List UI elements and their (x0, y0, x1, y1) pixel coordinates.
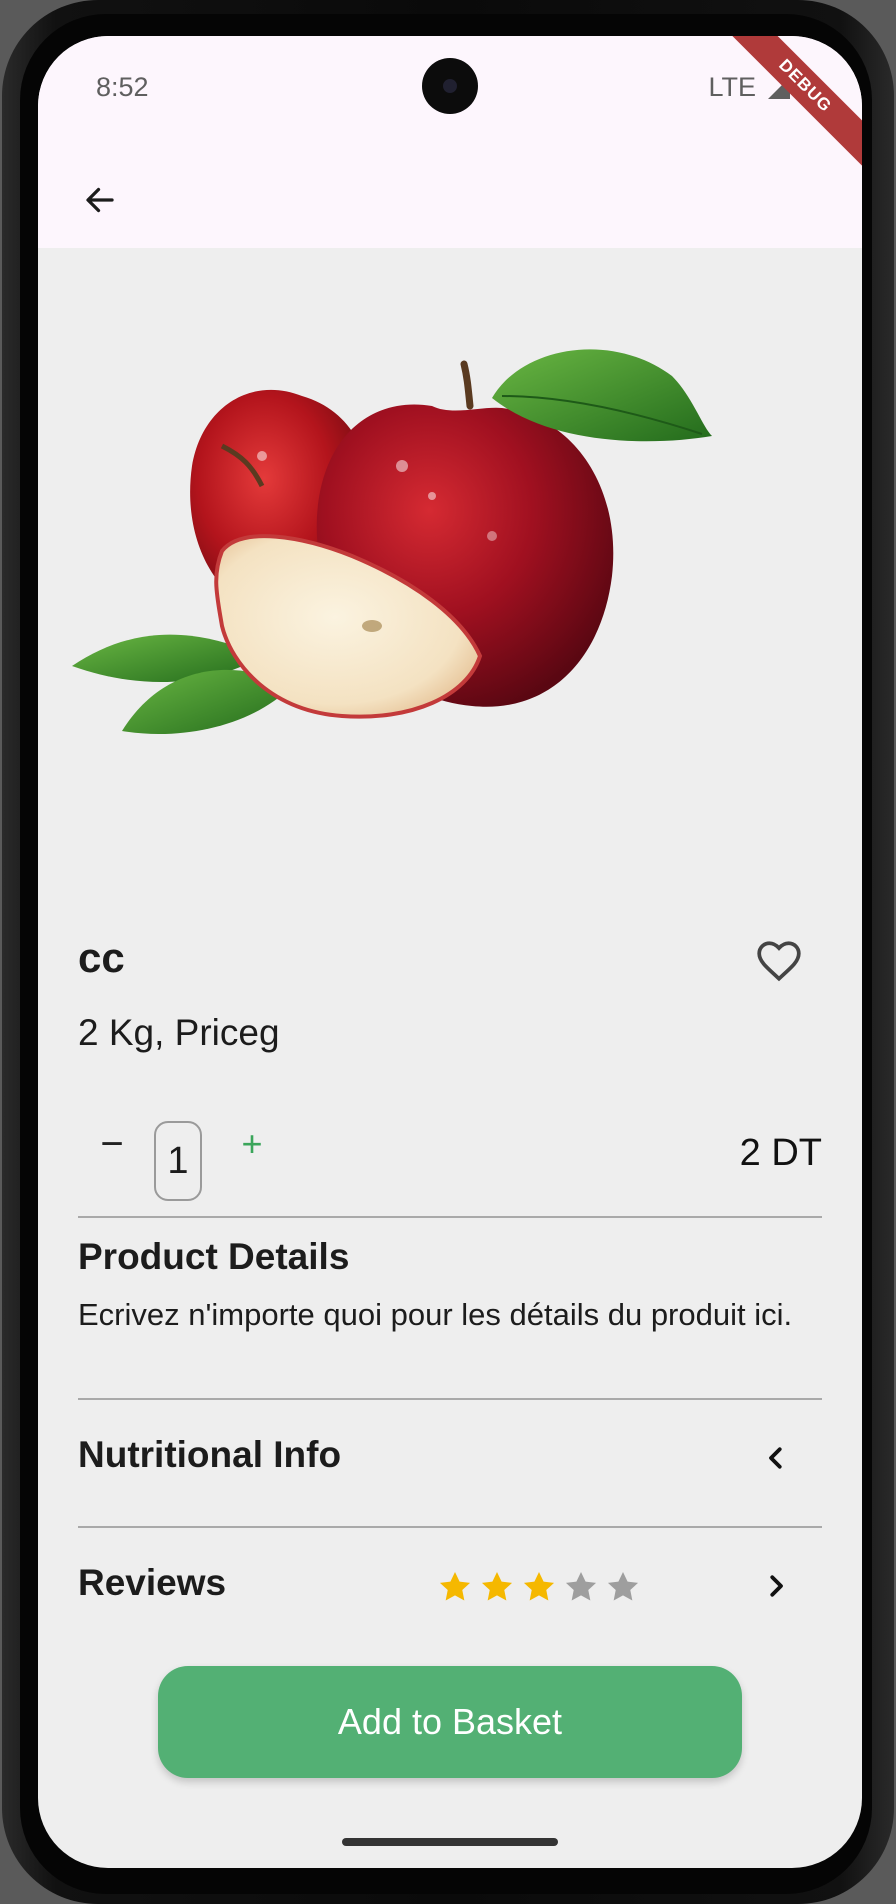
status-time: 8:52 (96, 72, 149, 102)
star-empty-icon (565, 1571, 597, 1601)
star-filled-icon (481, 1571, 513, 1601)
home-indicator[interactable] (342, 1838, 558, 1846)
chevron-left-icon (769, 1447, 782, 1469)
star-filled-icon (523, 1571, 555, 1601)
app-screen: 8:52 LTE DEBUG cc 2 Kg, Priceg − 1 + 2 D… (38, 36, 862, 1868)
front-camera (422, 58, 478, 114)
chevron-right-icon (770, 1575, 783, 1597)
heart-outline-icon (757, 941, 801, 982)
app-bar: 8:52 LTE DEBUG (38, 36, 862, 248)
nutritional-info-toggle[interactable] (756, 1438, 796, 1478)
decrease-quantity-button[interactable]: − (88, 1120, 136, 1168)
arrow-back-icon (86, 187, 114, 213)
debug-banner: DEBUG (712, 36, 862, 179)
nutritional-info-title[interactable]: Nutritional Info (78, 1434, 341, 1476)
favorite-button[interactable] (754, 936, 804, 986)
product-unit-label: 2 Kg, Priceg (78, 1012, 280, 1053)
product-image (72, 349, 712, 734)
reviews-title[interactable]: Reviews (78, 1562, 226, 1604)
divider (78, 1398, 822, 1400)
increase-quantity-button[interactable]: + (228, 1120, 276, 1168)
star-filled-icon (439, 1571, 471, 1601)
add-to-basket-button[interactable]: Add to Basket (158, 1666, 742, 1778)
product-name: cc (78, 934, 125, 981)
divider (78, 1216, 822, 1218)
quantity-value: 1 (154, 1121, 202, 1201)
reviews-open-button[interactable] (756, 1566, 796, 1606)
product-price: 2 DT (739, 1132, 822, 1174)
product-details-text: Ecrivez n'importe quoi pour les détails … (78, 1297, 793, 1332)
product-details-title: Product Details (78, 1236, 350, 1277)
network-label: LTE (708, 72, 756, 102)
back-button[interactable] (72, 172, 128, 228)
star-empty-icon (607, 1571, 639, 1601)
review-stars (436, 1568, 642, 1606)
divider (78, 1526, 822, 1528)
